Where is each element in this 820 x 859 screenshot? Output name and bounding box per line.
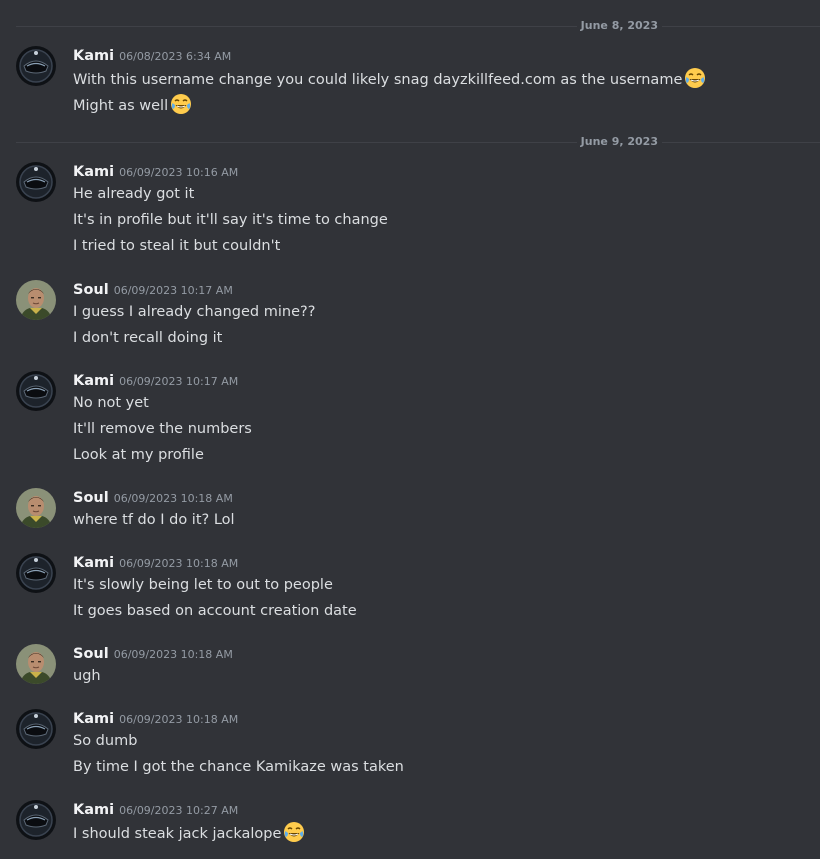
username[interactable]: Soul: [73, 490, 109, 506]
date-divider-label: June 9, 2023: [576, 134, 662, 150]
message-text: By time I got the chance Kamikaze was ta…: [73, 759, 404, 775]
message-header: Soul 06/09/2023 10:18 AM: [73, 487, 233, 509]
message-text: It's slowly being let to out to people: [73, 577, 333, 593]
soldier-avatar[interactable]: [16, 488, 56, 528]
timestamp: 06/09/2023 10:18 AM: [113, 648, 233, 661]
message-header: Soul 06/09/2023 10:18 AM: [73, 643, 233, 665]
username[interactable]: Kami: [73, 164, 114, 180]
message-line: I should steak jack jackalope: [73, 821, 305, 845]
message-line: where tf do I do it? Lol: [73, 509, 235, 531]
message-line: ugh: [73, 665, 101, 687]
joy-emoji-icon: [284, 822, 305, 842]
message-header: Kami 06/09/2023 10:18 AM: [73, 552, 238, 574]
timestamp: 06/09/2023 10:17 AM: [113, 284, 233, 297]
message-line: I don't recall doing it: [73, 327, 222, 349]
username[interactable]: Soul: [73, 646, 109, 662]
helmet-avatar[interactable]: [16, 162, 56, 202]
message-line: It'll remove the numbers: [73, 418, 252, 440]
username[interactable]: Soul: [73, 282, 109, 298]
username[interactable]: Kami: [73, 373, 114, 389]
message-line: It's in profile but it'll say it's time …: [73, 209, 388, 231]
message-text: It's in profile but it'll say it's time …: [73, 212, 388, 228]
message-line: Might as well: [73, 93, 192, 117]
timestamp: 06/09/2023 10:17 AM: [119, 375, 239, 388]
joy-emoji-icon: [685, 68, 706, 88]
message-line: By time I got the chance Kamikaze was ta…: [73, 756, 404, 778]
message-line: No not yet: [73, 392, 149, 414]
message-line: With this username change you could like…: [73, 67, 706, 91]
message-text: With this username change you could like…: [73, 72, 683, 88]
timestamp: 06/08/2023 6:34 AM: [119, 50, 232, 63]
username[interactable]: Kami: [73, 711, 114, 727]
message-line: He already got it: [73, 183, 194, 205]
message-text: Might as well: [73, 98, 169, 114]
message-line: So dumb: [73, 730, 137, 752]
message-line: I tried to steal it but couldn't: [73, 235, 280, 257]
helmet-avatar[interactable]: [16, 46, 56, 86]
message-text: ugh: [73, 668, 101, 684]
message-line: It's slowly being let to out to people: [73, 574, 333, 596]
username[interactable]: Kami: [73, 48, 114, 64]
joy-emoji-icon: [171, 94, 192, 114]
message-header: Soul 06/09/2023 10:17 AM: [73, 279, 233, 301]
message-text: I should steak jack jackalope: [73, 826, 282, 842]
timestamp: 06/09/2023 10:16 AM: [119, 166, 239, 179]
date-divider: June 8, 2023: [16, 18, 820, 34]
date-divider: June 9, 2023: [16, 134, 820, 150]
message-text: where tf do I do it? Lol: [73, 512, 235, 528]
message-header: Kami 06/09/2023 10:16 AM: [73, 161, 238, 183]
username[interactable]: Kami: [73, 555, 114, 571]
message-text: No not yet: [73, 395, 149, 411]
message-header: Kami 06/09/2023 10:27 AM: [73, 799, 238, 821]
message-text: I tried to steal it but couldn't: [73, 238, 281, 254]
timestamp: 06/09/2023 10:18 AM: [113, 492, 233, 505]
helmet-avatar[interactable]: [16, 553, 56, 593]
helmet-avatar[interactable]: [16, 371, 56, 411]
message-text: I guess I already changed mine??: [73, 304, 316, 320]
message-header: Kami 06/08/2023 6:34 AM: [73, 45, 231, 67]
message-text: It'll remove the numbers: [73, 421, 252, 437]
username[interactable]: Kami: [73, 802, 114, 818]
message-header: Kami 06/09/2023 10:17 AM: [73, 370, 238, 392]
timestamp: 06/09/2023 10:18 AM: [119, 713, 239, 726]
message-line: I guess I already changed mine??: [73, 301, 315, 323]
helmet-avatar[interactable]: [16, 800, 56, 840]
message-line: Look at my profile: [73, 444, 204, 466]
message-header: Kami 06/09/2023 10:18 AM: [73, 708, 238, 730]
message-text: So dumb: [73, 733, 138, 749]
timestamp: 06/09/2023 10:18 AM: [119, 557, 239, 570]
soldier-avatar[interactable]: [16, 280, 56, 320]
date-divider-label: June 8, 2023: [576, 18, 662, 34]
message-text: He already got it: [73, 186, 195, 202]
message-text: It goes based on account creation date: [73, 603, 357, 619]
chat-message-list: June 8, 2023 Kami 06/08/2023 6:34 AM With…: [0, 0, 820, 859]
timestamp: 06/09/2023 10:27 AM: [119, 804, 239, 817]
message-line: It goes based on account creation date: [73, 600, 357, 622]
soldier-avatar[interactable]: [16, 644, 56, 684]
message-text: Look at my profile: [73, 447, 204, 463]
helmet-avatar[interactable]: [16, 709, 56, 749]
message-text: I don't recall doing it: [73, 330, 223, 346]
